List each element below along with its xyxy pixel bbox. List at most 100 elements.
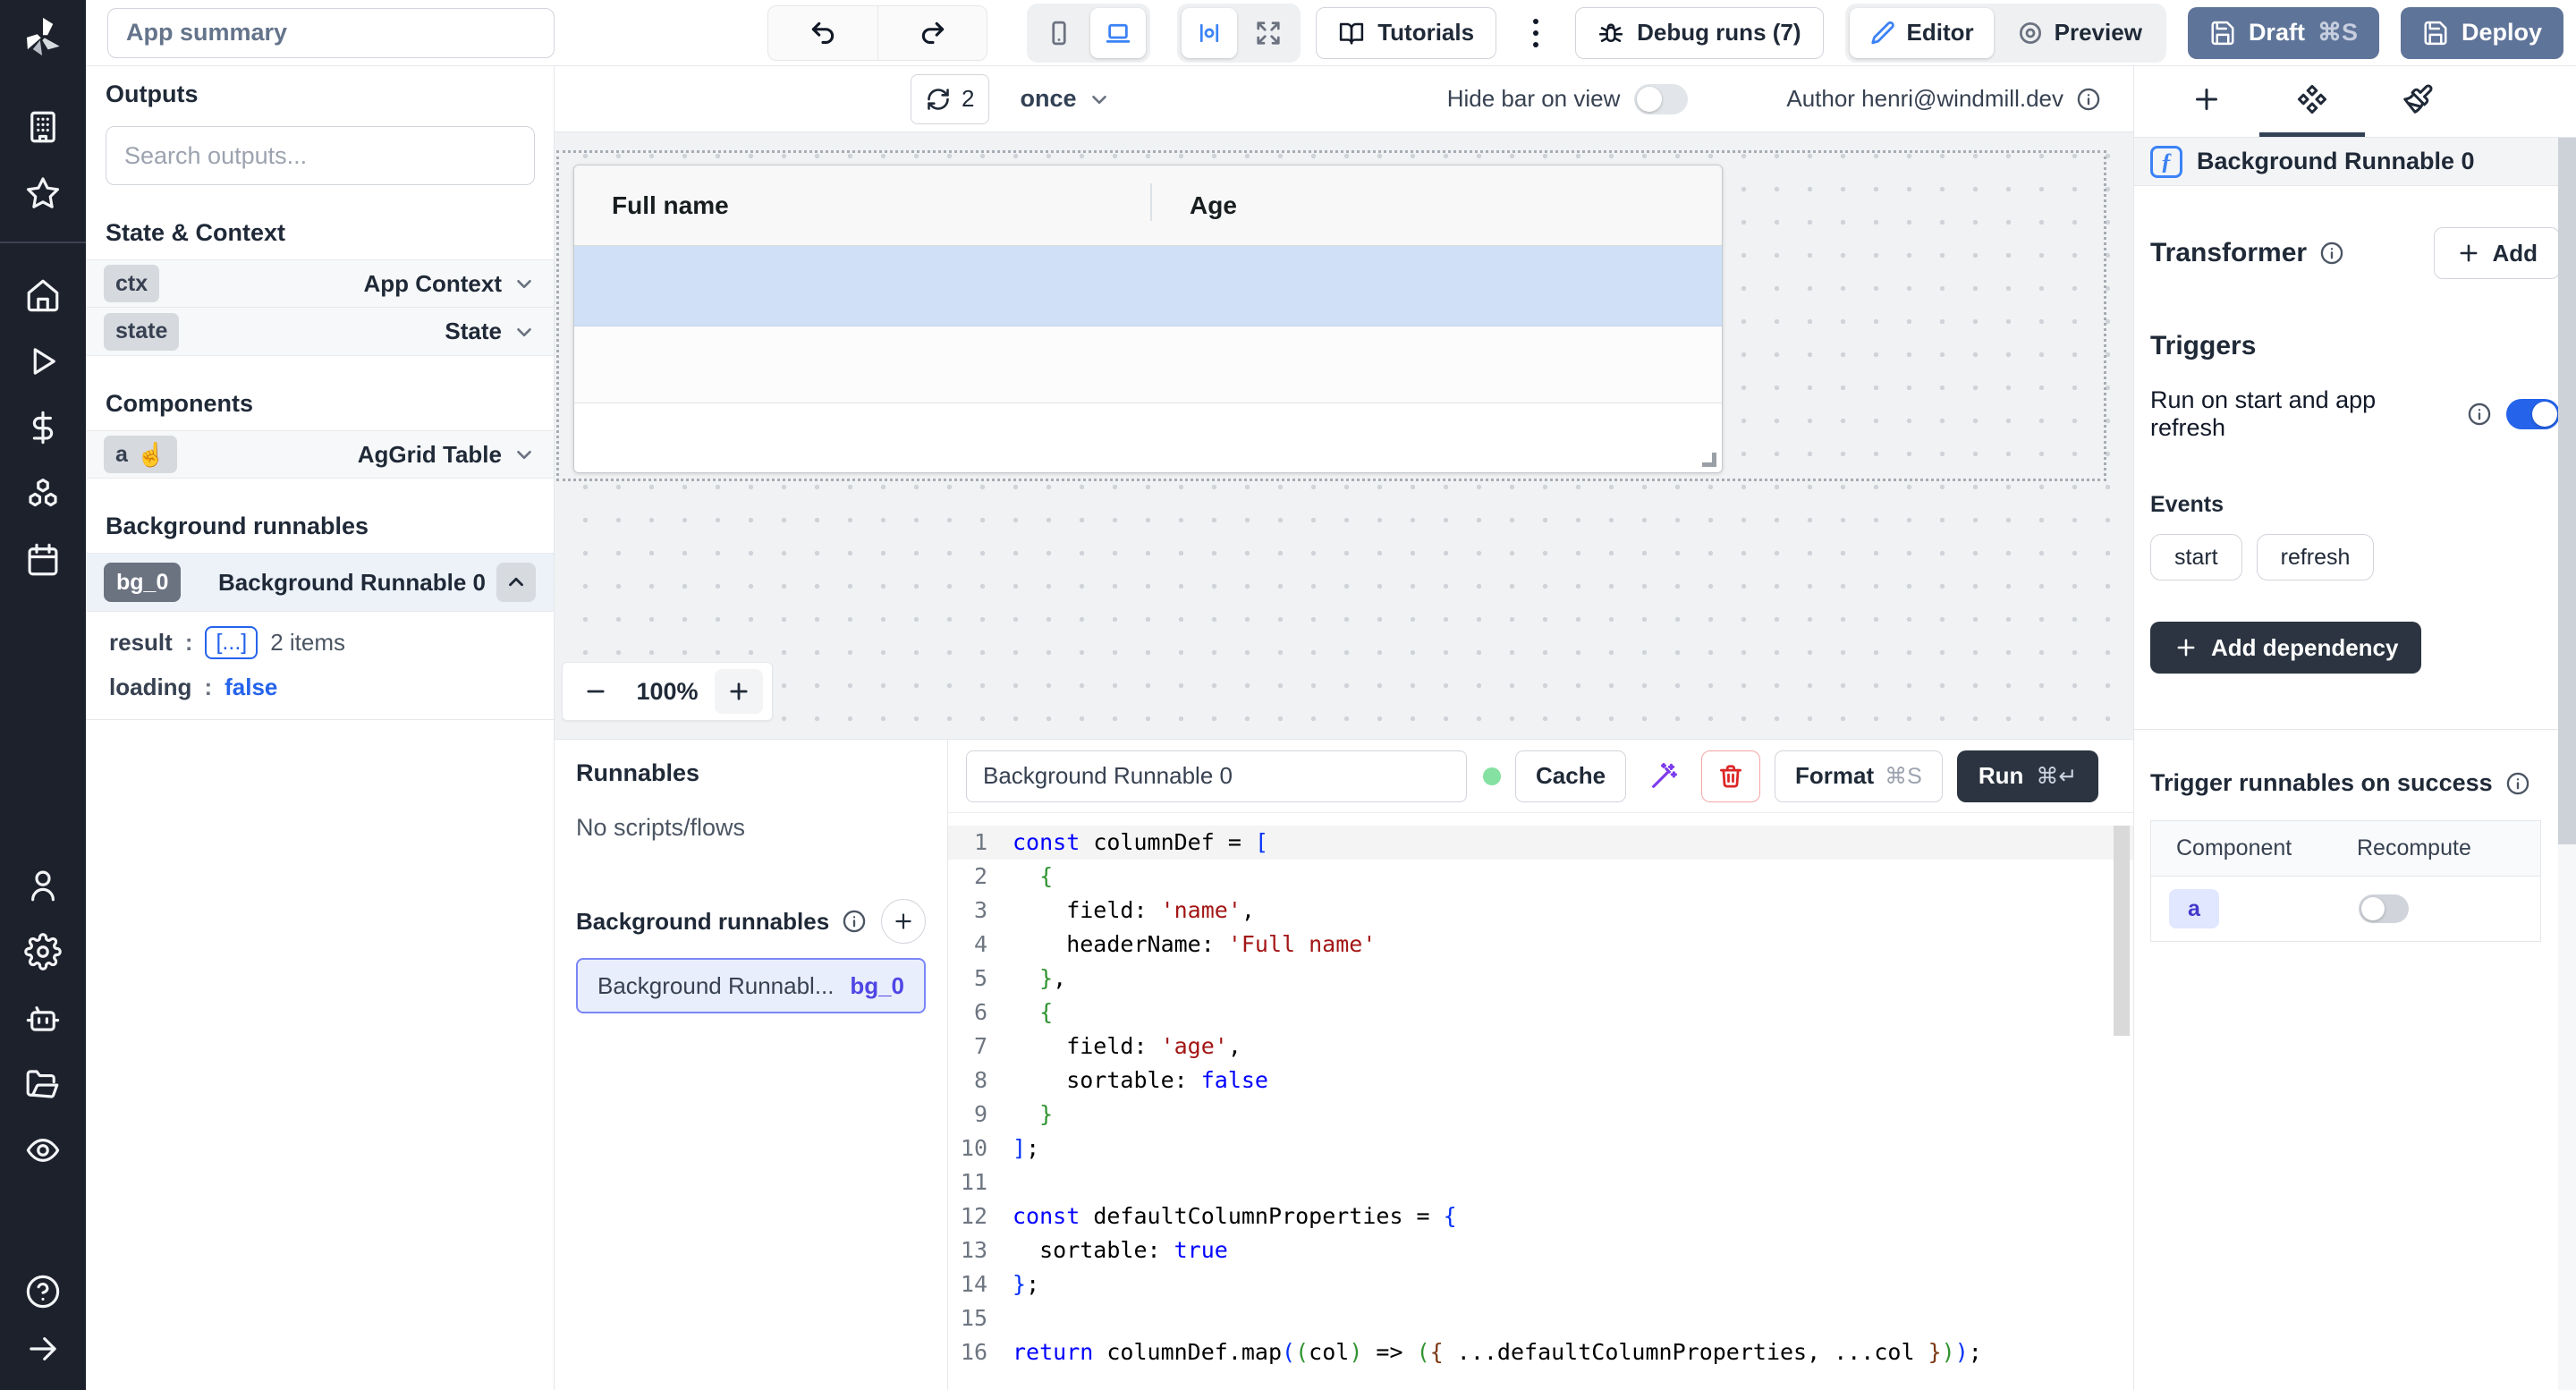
code-line[interactable]: 2 { <box>948 860 2133 894</box>
add-dependency-button[interactable]: Add dependency <box>2150 622 2421 674</box>
app-canvas[interactable]: Full name Age <box>555 132 2133 739</box>
zoom-out-button[interactable] <box>572 669 620 714</box>
function-icon: ƒ <box>2150 146 2182 178</box>
more-menu-button[interactable] <box>1518 7 1554 59</box>
table-row[interactable] <box>574 326 1722 403</box>
tab-insert-component[interactable] <box>2154 66 2259 137</box>
code-line[interactable]: 11 <box>948 1165 2133 1199</box>
code-editor-lines[interactable]: 1const columnDef = [2 {3 field: 'name',4… <box>948 813 2133 1390</box>
deploy-button[interactable]: Deploy <box>2401 7 2563 59</box>
output-row-component-a[interactable]: a☝ AgGrid Table <box>86 430 554 479</box>
event-chip-start[interactable]: start <box>2150 534 2242 581</box>
code-line[interactable]: 10]; <box>948 1131 2133 1165</box>
code-line[interactable]: 7 field: 'age', <box>948 1030 2133 1064</box>
code-line[interactable]: 3 field: 'name', <box>948 894 2133 928</box>
run-button[interactable]: Run ⌘↵ <box>1957 750 2099 802</box>
app-summary-input[interactable] <box>107 8 555 58</box>
help-button[interactable] <box>14 1263 72 1320</box>
redo-button[interactable] <box>877 6 987 60</box>
sidebar-item-folders[interactable] <box>14 1055 72 1113</box>
line-number: 4 <box>948 928 1013 962</box>
add-transformer-button[interactable]: Add <box>2434 227 2560 279</box>
editor-tab-label: Editor <box>1907 19 1974 47</box>
info-icon[interactable] <box>2076 87 2101 112</box>
recompute-toggle[interactable] <box>2359 894 2409 923</box>
info-icon[interactable] <box>2505 771 2530 796</box>
hide-bar-toggle[interactable] <box>1634 84 1688 114</box>
cache-button[interactable]: Cache <box>1515 750 1626 802</box>
table-header-fullname[interactable]: Full name <box>574 191 1150 220</box>
code-scrollbar-thumb[interactable] <box>2114 826 2130 1036</box>
full-width-button[interactable] <box>1241 8 1296 58</box>
mobile-view-button[interactable] <box>1031 8 1087 58</box>
debug-runs-button[interactable]: Debug runs (7) <box>1575 7 1823 59</box>
runnable-name-input[interactable] <box>966 750 1467 802</box>
editor-tab[interactable]: Editor <box>1850 8 1994 58</box>
windmill-logo-icon[interactable] <box>17 11 69 63</box>
component-a-chip[interactable]: a <box>2169 889 2219 928</box>
undo-button[interactable] <box>768 6 877 60</box>
code-line[interactable]: 6 { <box>948 996 2133 1030</box>
tab-styling[interactable] <box>2365 66 2470 137</box>
zoom-in-button[interactable] <box>715 669 763 714</box>
result-array-box[interactable]: [...] <box>205 626 258 659</box>
code-line[interactable]: 14}; <box>948 1267 2133 1301</box>
code-line[interactable]: 13 sortable: true <box>948 1233 2133 1267</box>
table-empty-area <box>574 403 1722 472</box>
sidebar-item-workspace[interactable] <box>14 98 72 156</box>
run-on-start-toggle[interactable] <box>2506 399 2560 429</box>
format-button[interactable]: Format ⌘S <box>1775 750 1943 802</box>
draft-button[interactable]: Draft ⌘S <box>2188 7 2379 59</box>
table-header-age[interactable]: Age <box>1150 191 1237 220</box>
preview-tab[interactable]: Preview <box>1997 8 2162 58</box>
code-line[interactable]: 5 }, <box>948 962 2133 996</box>
info-icon[interactable] <box>842 909 867 934</box>
sidebar-item-audit[interactable] <box>14 1122 72 1179</box>
code-line[interactable]: 16return columnDef.map((col) => ({ ...de… <box>948 1335 2133 1369</box>
hide-bar-label: Hide bar on view <box>1447 85 1621 113</box>
output-row-ctx[interactable]: ctx App Context <box>86 259 554 308</box>
sidebar-item-settings[interactable] <box>14 923 72 980</box>
loading-colon: : <box>204 674 212 701</box>
delete-runnable-button[interactable] <box>1701 750 1760 802</box>
run-on-start-label: Run on start and app refresh <box>2150 386 2453 442</box>
search-outputs-input[interactable] <box>106 126 535 185</box>
event-chip-refresh[interactable]: refresh <box>2257 534 2375 581</box>
code-line[interactable]: 9 } <box>948 1098 2133 1131</box>
output-row-bg0[interactable]: bg_0 Background Runnable 0 <box>86 553 554 612</box>
info-icon[interactable] <box>2319 241 2344 266</box>
line-number: 3 <box>948 894 1013 928</box>
scrollbar-thumb[interactable] <box>2558 138 2576 844</box>
output-row-state[interactable]: state State <box>86 308 554 356</box>
code-line[interactable]: 15 <box>948 1301 2133 1335</box>
frequency-dropdown[interactable]: once <box>1020 85 1110 113</box>
desktop-view-button[interactable] <box>1090 8 1146 58</box>
right-panel-scrollbar[interactable] <box>2558 138 2576 1390</box>
collapse-bg0-button[interactable] <box>496 563 536 602</box>
sidebar-item-resources[interactable] <box>14 465 72 522</box>
code-line[interactable]: 4 headerName: 'Full name' <box>948 928 2133 962</box>
table-row-selected[interactable] <box>574 246 1722 326</box>
code-line[interactable]: 12const defaultColumnProperties = { <box>948 1199 2133 1233</box>
sidebar-item-variables[interactable] <box>14 399 72 456</box>
sidebar-item-home[interactable] <box>14 267 72 324</box>
line-number: 2 <box>948 860 1013 894</box>
bounded-width-button[interactable] <box>1182 8 1237 58</box>
expand-sidebar-button[interactable] <box>14 1320 72 1377</box>
aggrid-table-component[interactable]: Full name Age <box>573 165 1723 473</box>
resize-handle[interactable] <box>1702 453 1716 467</box>
tutorials-button[interactable]: Tutorials <box>1316 7 1496 59</box>
code-line[interactable]: 8 sortable: false <box>948 1064 2133 1098</box>
sidebar-item-favorites[interactable] <box>14 165 72 222</box>
ai-assistant-button[interactable] <box>1640 750 1687 802</box>
info-icon[interactable] <box>2467 402 2492 427</box>
code-line[interactable]: 1const columnDef = [ <box>948 826 2133 860</box>
sidebar-item-workers[interactable] <box>14 989 72 1047</box>
refresh-count-button[interactable]: 2 <box>911 74 989 124</box>
sidebar-item-users[interactable] <box>14 857 72 914</box>
tab-component-settings[interactable] <box>2259 66 2365 137</box>
runnable-list-item-bg0[interactable]: Background Runnabl... bg_0 <box>576 958 926 1013</box>
sidebar-item-schedules[interactable] <box>14 531 72 589</box>
add-background-runnable-button[interactable] <box>881 899 926 944</box>
sidebar-item-runs[interactable] <box>14 333 72 390</box>
